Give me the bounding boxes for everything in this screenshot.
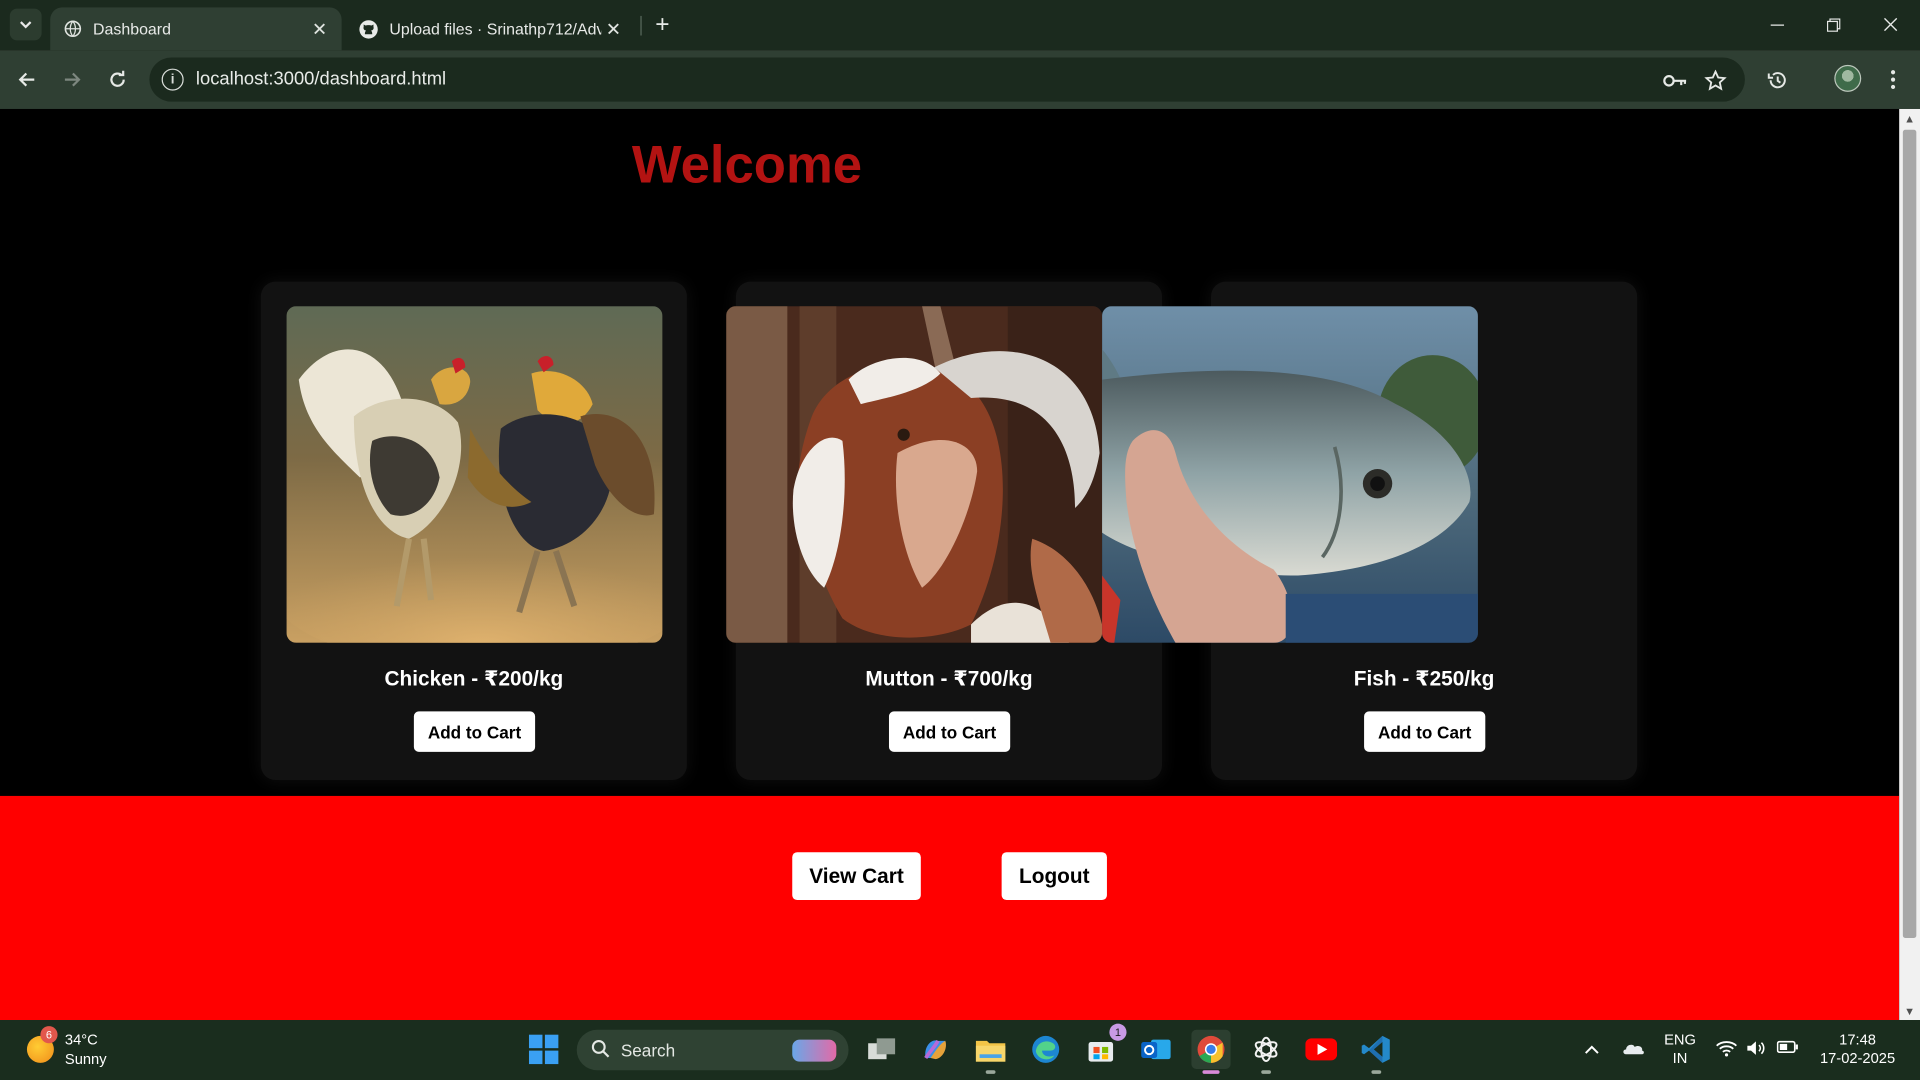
task-view-icon[interactable] <box>862 1030 901 1069</box>
close-tab-icon[interactable]: ✕ <box>307 17 331 41</box>
screen: Dashboard ✕ Upload files · Srinathp712/A… <box>0 0 1920 1080</box>
view-cart-button[interactable]: View Cart <box>792 852 921 901</box>
logout-button[interactable]: Logout <box>1001 852 1107 901</box>
product-title: Fish - ₹250/kg <box>1353 667 1495 691</box>
running-indicator <box>985 1070 996 1074</box>
microsoft-store-icon[interactable]: 1 <box>1081 1023 1127 1069</box>
chatgpt-icon[interactable] <box>1247 1030 1286 1074</box>
sun-icon: 6 <box>26 1026 58 1063</box>
chevron-up-icon[interactable] <box>1584 1040 1599 1058</box>
add-to-cart-chicken-button[interactable]: Add to Cart <box>413 711 536 752</box>
page-title: Welcome <box>631 135 863 195</box>
search-highlight-icon <box>792 1039 837 1062</box>
minimize-icon[interactable] <box>1750 7 1804 41</box>
weather-badge: 6 <box>40 1026 58 1044</box>
footer-actions: View Cart Logout <box>0 795 1900 1021</box>
taskbar-search-box[interactable]: Search <box>576 1029 849 1071</box>
forward-arrow-icon[interactable] <box>55 62 89 96</box>
key-icon[interactable] <box>1662 67 1689 94</box>
github-icon <box>359 19 379 39</box>
tab-divider <box>640 15 642 36</box>
close-tab-icon[interactable]: ✕ <box>601 17 625 41</box>
history-icon[interactable] <box>1760 62 1794 96</box>
product-title: Mutton - ₹700/kg <box>865 667 1033 691</box>
chevron-down-icon <box>20 21 32 29</box>
add-to-cart-mutton-button[interactable]: Add to Cart <box>888 711 1011 752</box>
mutton-image <box>726 306 1103 643</box>
reload-icon[interactable] <box>100 62 134 96</box>
tab-upload-files[interactable]: Upload files · Srinathp712/Adva ✕ <box>347 7 636 50</box>
language-code: ENG <box>1664 1031 1696 1049</box>
vscode-icon[interactable] <box>1357 1030 1396 1074</box>
product-title: Chicken - ₹200/kg <box>384 667 564 691</box>
tab-search-button[interactable] <box>9 8 42 41</box>
region-code: IN <box>1672 1049 1688 1067</box>
running-indicator <box>1371 1070 1382 1074</box>
browser-toolbar: i localhost:3000/dashboard.html <box>0 50 1920 109</box>
copilot-icon[interactable] <box>916 1030 955 1069</box>
url-text[interactable]: localhost:3000/dashboard.html <box>196 69 446 90</box>
search-placeholder: Search <box>620 1040 676 1061</box>
scroll-down-arrow-icon[interactable]: ▼ <box>1899 1002 1920 1020</box>
profile-avatar[interactable] <box>1834 64 1862 92</box>
chicken-image <box>286 306 663 643</box>
restore-icon[interactable] <box>1806 7 1860 41</box>
windows-taskbar: 6 34°C Sunny Search 1 ENG IN 17:48 17-02… <box>0 1020 1920 1080</box>
add-to-cart-fish-button[interactable]: Add to Cart <box>1364 711 1486 752</box>
store-notification-badge: 1 <box>1109 1023 1127 1041</box>
onedrive-cloud-icon[interactable] <box>1621 1041 1645 1059</box>
weather-condition: Sunny <box>64 1050 107 1068</box>
active-indicator <box>1202 1070 1220 1074</box>
running-indicator <box>1261 1070 1272 1074</box>
chrome-icon[interactable] <box>1191 1029 1231 1074</box>
battery-icon[interactable] <box>1776 1040 1799 1058</box>
volume-icon[interactable] <box>1746 1040 1766 1061</box>
fish-image <box>1102 306 1478 643</box>
tab-title: Dashboard <box>93 19 171 38</box>
dashboard-page: Welcome Chicken - ₹200/kg Mutton - ₹700/… <box>0 108 1900 1021</box>
close-window-icon[interactable] <box>1864 7 1918 41</box>
tab-title: Upload files · Srinathp712/Adva <box>389 19 602 38</box>
youtube-icon[interactable] <box>1302 1030 1341 1069</box>
search-icon <box>591 1040 610 1063</box>
windows-start-icon[interactable] <box>528 1034 559 1065</box>
back-arrow-icon[interactable] <box>10 62 44 96</box>
new-tab-icon[interactable]: + <box>649 10 676 38</box>
clock[interactable]: 17:48 17-02-2025 <box>1810 1031 1906 1068</box>
address-bar[interactable]: i localhost:3000/dashboard.html <box>149 57 1745 102</box>
scrollbar-thumb[interactable] <box>1902 129 1917 938</box>
wifi-icon[interactable] <box>1716 1040 1738 1061</box>
clock-date: 17-02-2025 <box>1819 1049 1896 1067</box>
file-explorer-icon[interactable] <box>971 1030 1010 1074</box>
scroll-up-arrow-icon[interactable]: ▲ <box>1899 109 1920 127</box>
star-icon[interactable] <box>1702 67 1729 94</box>
outlook-icon[interactable] <box>1136 1030 1175 1069</box>
globe-icon <box>62 19 82 39</box>
page-scrollbar[interactable]: ▲ ▼ <box>1899 108 1920 1021</box>
browser-tab-strip: Dashboard ✕ Upload files · Srinathp712/A… <box>0 0 1920 51</box>
clock-time: 17:48 <box>1839 1031 1876 1049</box>
kebab-menu-icon[interactable] <box>1876 62 1910 96</box>
weather-temperature: 34°C <box>64 1031 98 1049</box>
edge-icon[interactable] <box>1026 1030 1065 1069</box>
site-info-icon[interactable]: i <box>161 68 184 91</box>
tab-dashboard[interactable]: Dashboard ✕ <box>50 7 342 51</box>
language-indicator[interactable]: ENG IN <box>1664 1031 1696 1068</box>
weather-widget[interactable]: 6 34°C Sunny <box>26 1026 107 1069</box>
